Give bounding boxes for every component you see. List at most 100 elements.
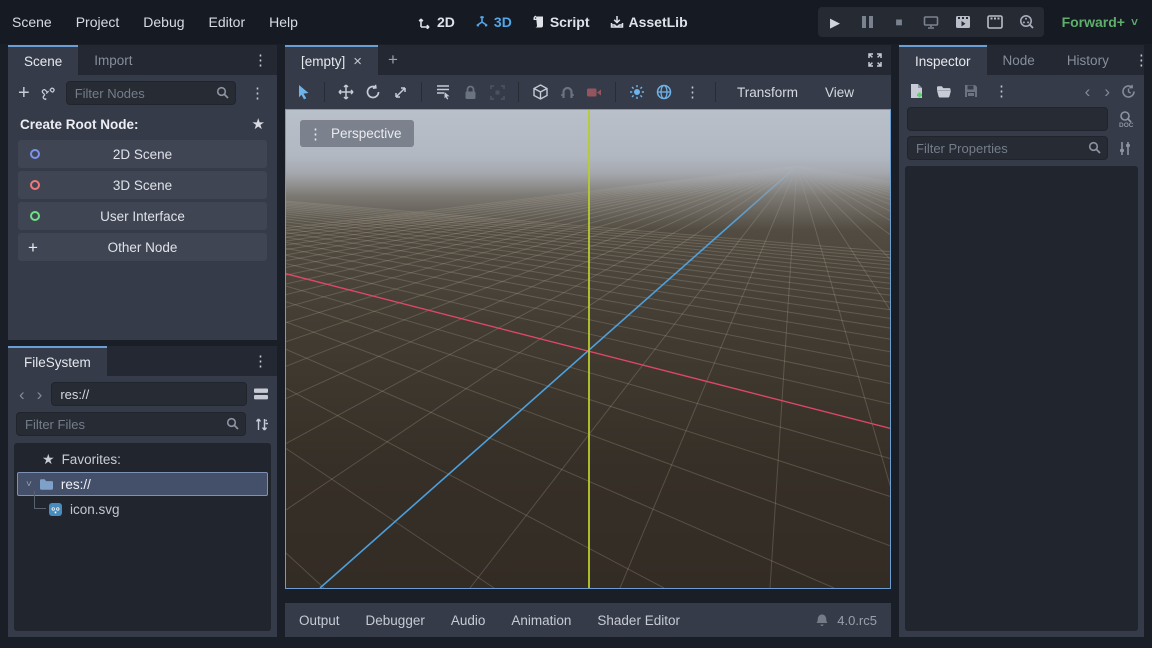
open-docs-icon[interactable]: DOC <box>1114 110 1136 128</box>
tab-scene[interactable]: Scene <box>8 45 78 75</box>
create-ui-scene-button[interactable]: User Interface <box>18 202 267 230</box>
3d-icon <box>475 15 489 29</box>
lock-icon[interactable] <box>460 82 480 102</box>
inspector-dock: Inspector Node History ⋮ ⋮ ‹ › <box>899 45 1144 637</box>
menu-debug[interactable]: Debug <box>131 14 196 30</box>
select-tool-icon[interactable] <box>293 82 313 102</box>
chevron-down-icon: ˅ <box>1131 15 1138 29</box>
edit-history-icon[interactable] <box>1121 84 1136 99</box>
toggle-split-mode-icon[interactable] <box>253 387 269 401</box>
create-3d-scene-button[interactable]: 3D Scene <box>18 171 267 199</box>
panel-audio[interactable]: Audio <box>451 613 486 628</box>
filter-files-input[interactable] <box>16 412 246 436</box>
inspector-filter-row <box>899 133 1144 164</box>
inspector-dock-menu-icon[interactable]: ⋮ <box>1125 51 1152 69</box>
close-icon[interactable]: × <box>353 53 362 70</box>
panel-debugger[interactable]: Debugger <box>366 613 425 628</box>
save-resource-icon[interactable] <box>964 84 978 98</box>
search-icon <box>226 417 239 430</box>
notification-bell-icon[interactable] <box>815 613 829 628</box>
new-resource-icon[interactable] <box>909 83 924 99</box>
panel-animation[interactable]: Animation <box>511 613 571 628</box>
version-label: 4.0.rc5 <box>837 613 877 628</box>
filter-properties-input[interactable] <box>907 136 1108 160</box>
inspector-toolbar: ⋮ ‹ › <box>899 75 1144 104</box>
transform-menu[interactable]: Transform <box>727 85 808 100</box>
filesystem-filter-row <box>8 409 277 441</box>
history-back-icon[interactable]: ‹ <box>16 386 28 403</box>
switch-assetlib-button[interactable]: AssetLib <box>604 14 694 30</box>
renderer-label: Forward+ <box>1062 14 1125 30</box>
favorite-star-icon[interactable]: ★ <box>252 115 265 133</box>
tab-import[interactable]: Import <box>78 45 148 75</box>
tab-filesystem[interactable]: FileSystem <box>8 346 107 376</box>
resource-name-field[interactable] <box>907 107 1108 131</box>
filesystem-dock-menu-icon[interactable]: ⋮ <box>244 352 277 370</box>
inspector-forward-icon[interactable]: › <box>1101 83 1113 100</box>
stop-button[interactable]: ■ <box>890 13 908 31</box>
create-other-node-button[interactable]: + Other Node <box>18 233 267 261</box>
filter-properties-field <box>907 136 1108 160</box>
move-tool-icon[interactable] <box>336 82 356 102</box>
3d-viewport[interactable]: ⋮ Perspective <box>285 109 891 589</box>
tab-history[interactable]: History <box>1051 45 1125 75</box>
movie-mode-icon[interactable] <box>1018 13 1036 31</box>
tab-inspector[interactable]: Inspector <box>899 45 987 75</box>
switch-script-button[interactable]: Script <box>526 14 596 30</box>
play-custom-scene-button[interactable] <box>986 13 1004 31</box>
menu-editor[interactable]: Editor <box>197 14 258 30</box>
switch-3d-button[interactable]: 3D <box>469 14 518 30</box>
group-icon[interactable] <box>487 82 507 102</box>
sort-files-icon[interactable] <box>254 417 269 432</box>
local-space-icon[interactable] <box>530 82 550 102</box>
scale-tool-icon[interactable] <box>390 82 410 102</box>
favorites-row[interactable]: ★ Favorites: <box>14 447 271 471</box>
rotate-tool-icon[interactable] <box>363 82 383 102</box>
snap-icon[interactable] <box>557 82 577 102</box>
renderer-selector[interactable]: Forward+ ˅ <box>1062 0 1138 44</box>
menu-project[interactable]: Project <box>64 14 132 30</box>
view-menu[interactable]: View <box>815 85 864 100</box>
create-2d-scene-button[interactable]: 2D Scene <box>18 140 267 168</box>
environment-icon[interactable] <box>654 82 674 102</box>
manage-properties-icon[interactable] <box>1114 141 1136 156</box>
distraction-free-icon[interactable] <box>867 52 891 68</box>
pause-icon[interactable] <box>858 13 876 31</box>
play-button[interactable]: ▶ <box>826 13 844 31</box>
folder-row-res[interactable]: ˅ res:// <box>17 472 268 496</box>
panel-shader-editor[interactable]: Shader Editor <box>597 613 680 628</box>
inspector-back-icon[interactable]: ‹ <box>1082 83 1094 100</box>
menu-help[interactable]: Help <box>257 14 310 30</box>
menu-scene[interactable]: Scene <box>0 14 64 30</box>
current-path-field[interactable]: res:// <box>51 382 247 406</box>
tab-node[interactable]: Node <box>987 45 1051 75</box>
panel-output[interactable]: Output <box>299 613 340 628</box>
history-forward-icon[interactable]: › <box>34 386 46 403</box>
inspector-properties-area <box>905 166 1138 631</box>
filter-nodes-input[interactable] <box>66 81 236 105</box>
scene-tab-empty[interactable]: [empty] × <box>285 45 378 75</box>
create-root-label: Create Root Node: <box>20 117 139 132</box>
scene-options-icon[interactable]: ⋮ <box>246 84 269 102</box>
sun-icon[interactable] <box>627 82 647 102</box>
camera-preview-icon[interactable] <box>584 82 604 102</box>
add-node-button[interactable]: + <box>18 83 30 103</box>
filesystem-dock-tabs: FileSystem ⋮ <box>8 346 277 376</box>
expand-arrow-icon[interactable]: ˅ <box>26 479 32 490</box>
list-select-icon[interactable] <box>433 82 453 102</box>
new-scene-tab-button[interactable]: + <box>378 50 408 70</box>
scene-dock-menu-icon[interactable]: ⋮ <box>244 51 277 69</box>
script-label: Script <box>550 14 590 30</box>
file-row-icon-svg[interactable]: icon.svg <box>14 497 271 521</box>
inspector-dock-tabs: Inspector Node History ⋮ <box>899 45 1144 75</box>
load-resource-icon[interactable] <box>936 85 952 98</box>
viewport-options-icon[interactable]: ⋮ <box>681 83 704 101</box>
play-scene-button[interactable] <box>954 13 972 31</box>
perspective-menu[interactable]: ⋮ Perspective <box>300 120 414 147</box>
dots-icon: ⋮ <box>308 125 323 143</box>
viewport-toolbar: ⋮ Transform View <box>285 75 891 109</box>
instantiate-scene-icon[interactable] <box>40 85 56 101</box>
remote-debug-icon[interactable] <box>922 13 940 31</box>
switch-2d-button[interactable]: 2D <box>412 14 461 30</box>
resource-options-icon[interactable]: ⋮ <box>990 82 1013 100</box>
